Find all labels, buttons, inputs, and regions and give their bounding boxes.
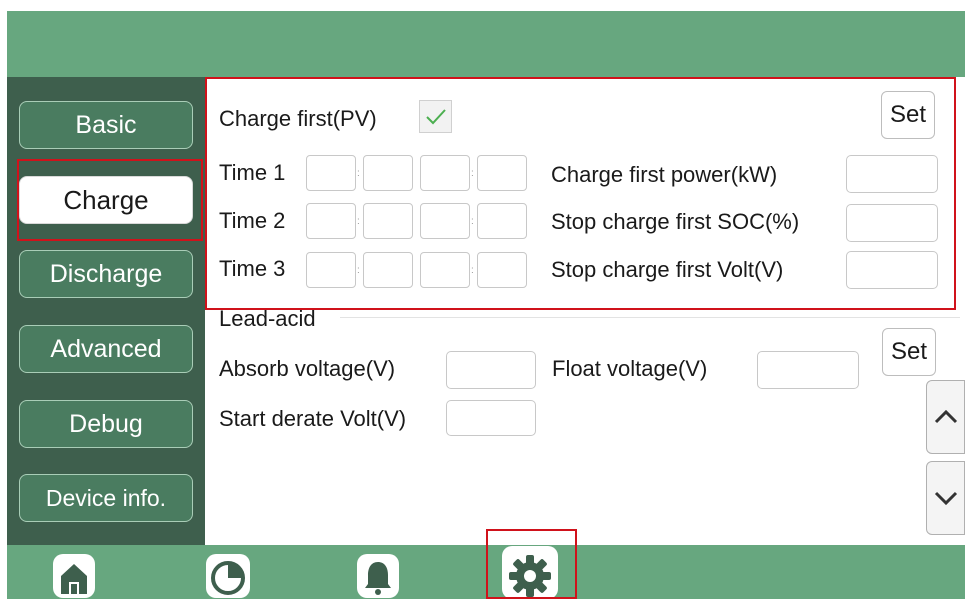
time-2-end-hour[interactable] (420, 203, 470, 239)
lead-acid-set-button[interactable]: Set (882, 328, 936, 376)
time-2-start-minute[interactable] (363, 203, 413, 239)
sidebar-item-advanced[interactable]: Advanced (19, 325, 193, 373)
time-separator: : (471, 216, 474, 227)
tab-settings[interactable] (500, 546, 560, 604)
pie-chart-icon (206, 554, 250, 598)
sidebar-item-debug[interactable]: Debug (19, 400, 193, 448)
time-2-end-minute[interactable] (477, 203, 527, 239)
checkmark-icon (425, 108, 446, 124)
time-3-end-minute[interactable] (477, 252, 527, 288)
tab-statistics[interactable] (204, 552, 252, 603)
time-3-start-minute[interactable] (363, 252, 413, 288)
time-1-start-hour[interactable] (306, 155, 356, 191)
time-2-start-hour[interactable] (306, 203, 356, 239)
time-3-label: Time 3 (219, 256, 286, 281)
time-3-start-hour[interactable] (306, 252, 356, 288)
charge-set-button[interactable]: Set (881, 91, 935, 139)
time-separator: : (357, 265, 360, 276)
float-voltage-input[interactable] (757, 351, 859, 389)
sidebar-item-device-info[interactable]: Device info. (19, 474, 193, 522)
home-icon (53, 554, 95, 598)
tab-home[interactable] (51, 552, 97, 603)
time-separator: : (357, 216, 360, 227)
float-voltage-label: Float voltage(V) (552, 356, 708, 381)
scroll-up-button[interactable] (926, 380, 965, 454)
chevron-down-icon (934, 491, 957, 506)
scroll-down-button[interactable] (926, 461, 965, 535)
start-derate-volt-input[interactable] (446, 400, 536, 436)
tab-alarms[interactable] (355, 552, 401, 603)
absorb-voltage-label: Absorb voltage(V) (219, 356, 396, 381)
gear-icon (502, 546, 558, 599)
time-separator: : (471, 168, 474, 179)
sidebar-item-charge[interactable]: Charge (19, 176, 193, 224)
section-divider (340, 317, 960, 318)
charge-first-power-input[interactable] (846, 155, 938, 193)
start-derate-volt-label: Start derate Volt(V) (219, 406, 407, 431)
bell-icon (357, 554, 399, 598)
lead-acid-section-label: Lead-acid (219, 306, 316, 331)
time-3-end-hour[interactable] (420, 252, 470, 288)
charge-first-power-label: Charge first power(kW) (551, 162, 778, 187)
bottom-nav-bar (7, 545, 965, 599)
time-1-start-minute[interactable] (363, 155, 413, 191)
time-separator: : (357, 168, 360, 179)
charge-first-checkbox[interactable] (419, 100, 452, 133)
time-1-end-minute[interactable] (477, 155, 527, 191)
absorb-voltage-input[interactable] (446, 351, 536, 389)
sidebar-item-basic[interactable]: Basic (19, 101, 193, 149)
stop-charge-volt-input[interactable] (846, 251, 938, 289)
time-separator: : (471, 265, 474, 276)
time-1-end-hour[interactable] (420, 155, 470, 191)
time-2-label: Time 2 (219, 208, 286, 233)
stop-charge-soc-input[interactable] (846, 204, 938, 242)
stop-charge-volt-label: Stop charge first Volt(V) (551, 257, 784, 282)
time-1-label: Time 1 (219, 160, 286, 185)
chevron-up-icon (934, 409, 957, 424)
top-header-bar (7, 11, 965, 77)
stop-charge-soc-label: Stop charge first SOC(%) (551, 209, 800, 234)
sidebar-item-discharge[interactable]: Discharge (19, 250, 193, 298)
charge-first-label: Charge first(PV) (219, 106, 377, 131)
sidebar: Basic Charge Discharge Advanced Debug De… (7, 77, 205, 545)
